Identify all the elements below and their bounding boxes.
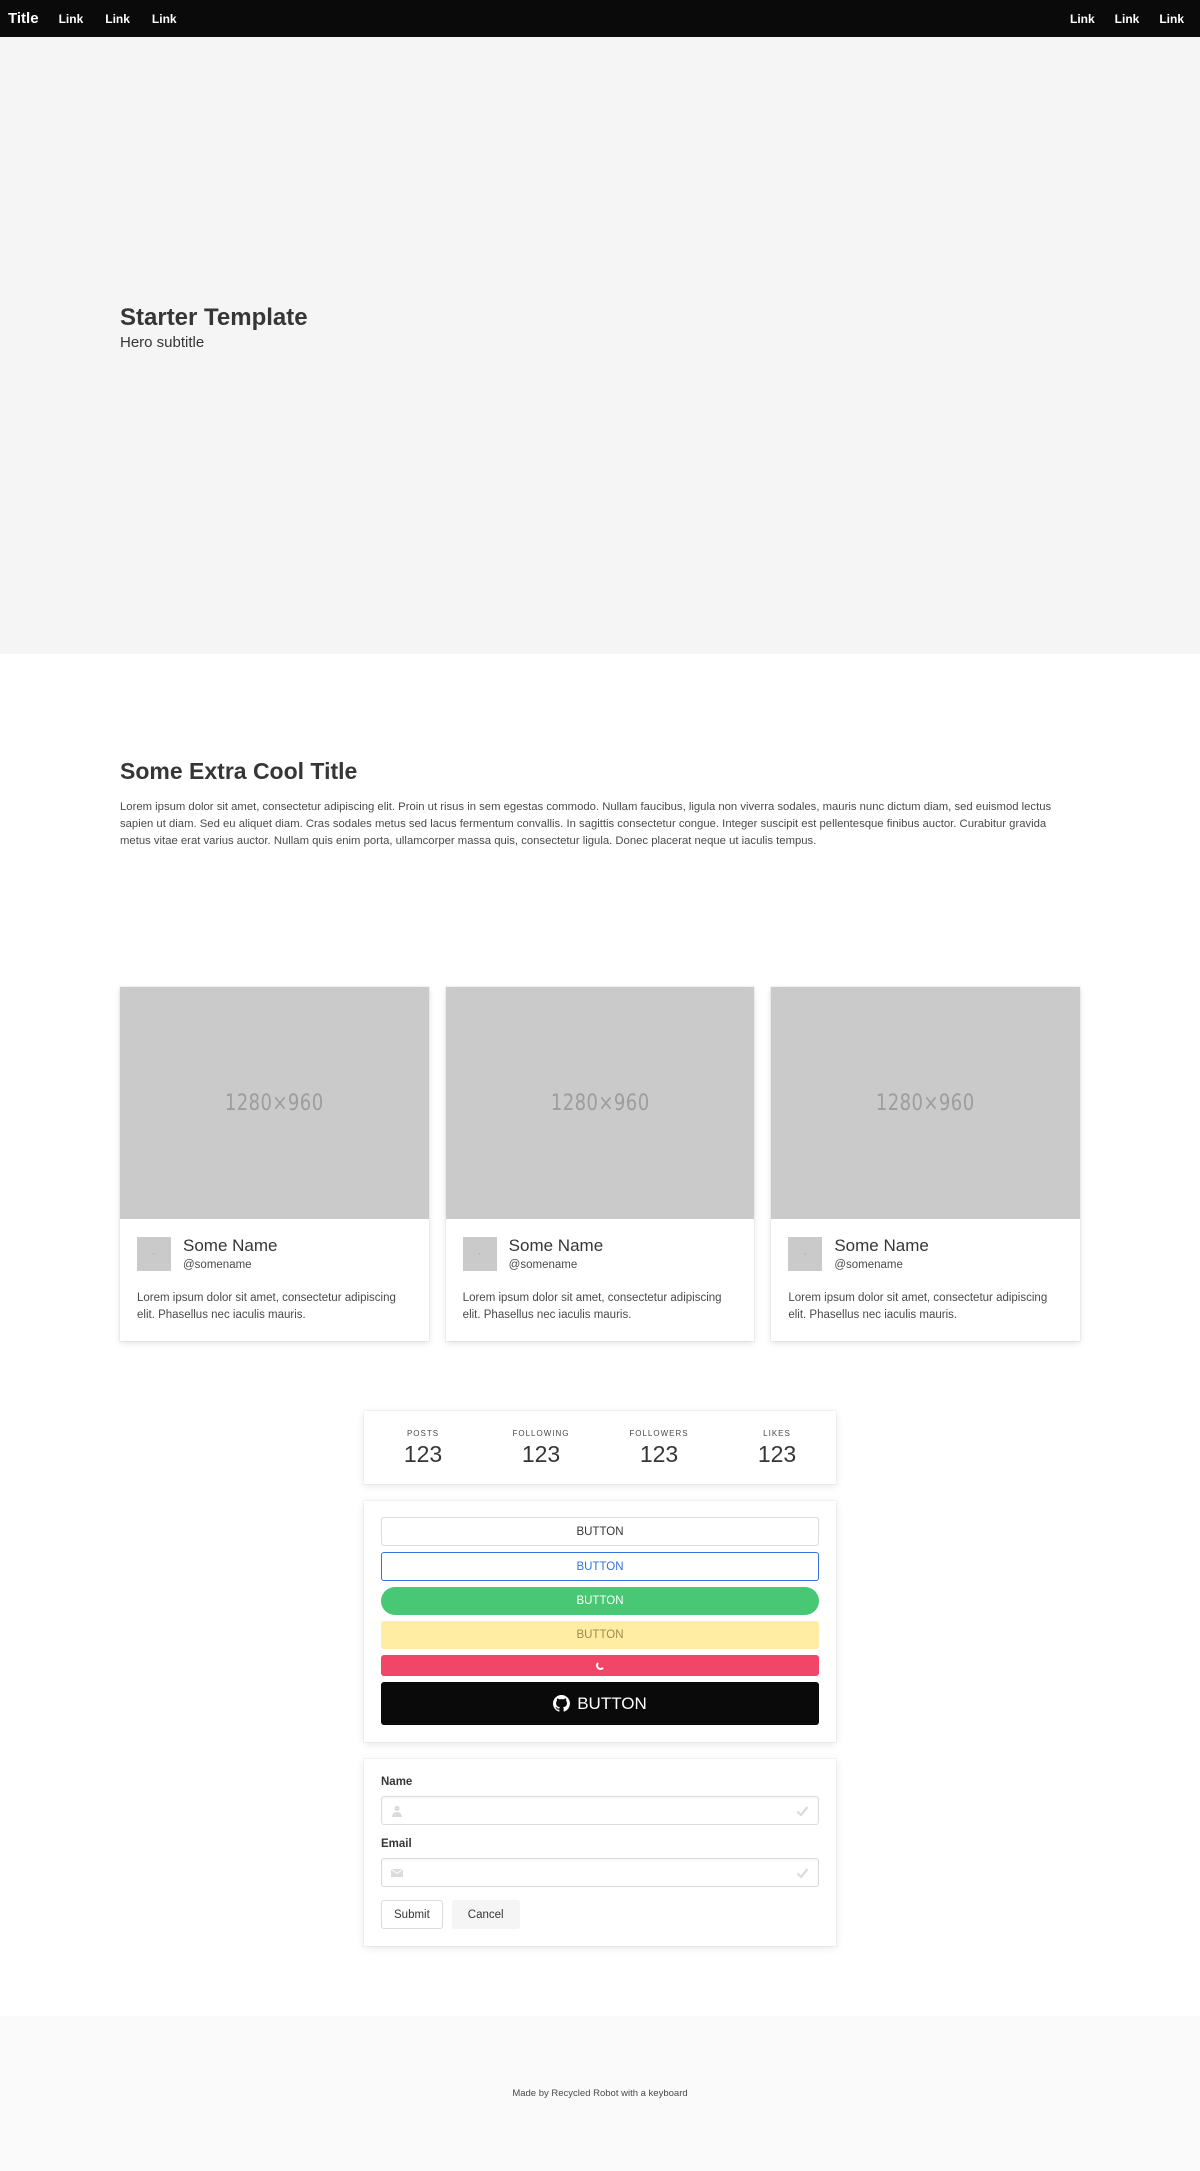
stat-value: 123 [521, 1441, 561, 1467]
green-rounded-button[interactable]: BUTTON [381, 1587, 819, 1615]
email-field-wrapper [381, 1858, 819, 1887]
github-button-label: BUTTON [577, 1693, 647, 1713]
stat-followers: FOLLOWERS 123 [600, 1429, 718, 1468]
email-input[interactable] [382, 1859, 818, 1886]
card-handle: @somename [183, 1259, 252, 1271]
email-label: Email [381, 1838, 412, 1850]
avatar: ▪ [462, 1236, 497, 1271]
card-description: Lorem ipsum dolor sit amet, consectetur … [788, 1292, 1048, 1321]
center-column: POSTS 123 FOLLOWING 123 FOLLOWERS 123 LI… [364, 1411, 836, 1946]
navbar-left: Title Link Link Link [8, 10, 188, 27]
envelope-icon [391, 1868, 403, 1877]
navbar-link-right-2[interactable]: Link [1103, 12, 1148, 26]
card-image-placeholder: 1280×960 [445, 987, 755, 1219]
user-icon [392, 1805, 402, 1817]
profile-card: 1280×960 ▪ Some Name @somename Lorem ips… [771, 987, 1081, 1341]
submit-button[interactable]: Submit [381, 1900, 443, 1929]
outline-blue-button[interactable]: BUTTON [381, 1552, 819, 1581]
card-name: Some Name [834, 1236, 929, 1255]
card-image-placeholder: 1280×960 [120, 987, 429, 1219]
card-media: ▪ Some Name @somename [788, 1236, 1063, 1271]
name-label: Name [381, 1776, 413, 1788]
navbar-link-right-3[interactable]: Link [1147, 12, 1192, 26]
hero: Starter Template Hero subtitle [0, 37, 1200, 654]
content-section: Some Extra Cool Title Lorem ipsum dolor … [0, 654, 1200, 850]
stat-value: 123 [639, 1441, 679, 1467]
footer-text: Made by Recycled Robot with a keyboard [512, 2088, 688, 2099]
card-image-label: 1280×960 [876, 1090, 976, 1116]
card-handle: @somename [508, 1259, 578, 1271]
card-image-label: 1280×960 [550, 1090, 650, 1116]
navbar-link-left-1[interactable]: Link [48, 12, 95, 26]
card-body: ▪ Some Name @somename Lorem ipsum dolor … [120, 1219, 429, 1341]
hero-subtitle: Hero subtitle [120, 333, 205, 351]
navbar-right: Link Link Link [1058, 12, 1192, 26]
navbar-link-left-2[interactable]: Link [94, 12, 141, 26]
check-icon [796, 1806, 809, 1817]
navbar-brand[interactable]: Title [8, 10, 48, 27]
profile-card: 1280×960 ▪ Some Name @somename Lorem ips… [120, 987, 429, 1341]
default-button[interactable]: BUTTON [381, 1517, 819, 1546]
loading-button[interactable] [381, 1655, 819, 1676]
cancel-button[interactable]: Cancel [451, 1900, 520, 1929]
stat-value: 123 [757, 1441, 797, 1467]
navbar: Title Link Link Link Link Link Link [0, 0, 1200, 37]
card-media: ▪ Some Name @somename [137, 1236, 412, 1271]
avatar: ▪ [788, 1236, 823, 1271]
card-description: Lorem ipsum dolor sit amet, consectetur … [137, 1292, 396, 1321]
card-media-text: Some Name @somename [834, 1236, 928, 1271]
buttons-box: BUTTON BUTTON BUTTON BUTTON BUTTON [364, 1501, 836, 1742]
github-icon [553, 1695, 571, 1712]
yellow-button[interactable]: BUTTON [381, 1621, 819, 1649]
stat-following: FOLLOWING 123 [482, 1429, 600, 1468]
card-body: ▪ Some Name @somename Lorem ipsum dolor … [446, 1219, 755, 1341]
card-media-text: Some Name @somename [183, 1236, 277, 1271]
stat-value: 123 [403, 1441, 443, 1467]
stat-label: POSTS [406, 1429, 440, 1438]
card-image-label: 1280×960 [224, 1090, 324, 1116]
card-body: ▪ Some Name @somename Lorem ipsum dolor … [771, 1219, 1080, 1341]
spinner-icon [595, 1661, 605, 1670]
avatar: ▪ [137, 1236, 171, 1271]
stats-box: POSTS 123 FOLLOWING 123 FOLLOWERS 123 LI… [364, 1411, 836, 1484]
name-field-wrapper [381, 1796, 819, 1825]
name-input[interactable] [382, 1797, 818, 1824]
stat-posts: POSTS 123 [364, 1429, 482, 1468]
card-grid: 1280×960 ▪ Some Name @somename Lorem ips… [0, 987, 1200, 1341]
card-handle: @somename [834, 1259, 903, 1271]
navbar-link-left-3[interactable]: Link [141, 12, 188, 26]
card-name: Some Name [508, 1236, 604, 1255]
hero-content: Starter Template Hero subtitle [120, 304, 308, 351]
card-image-placeholder: 1280×960 [771, 987, 1081, 1219]
stat-label: FOLLOWERS [629, 1429, 689, 1438]
check-icon [796, 1868, 809, 1879]
hero-title: Starter Template [120, 304, 308, 331]
stat-label: FOLLOWING [512, 1429, 570, 1438]
section-title: Some Extra Cool Title [120, 758, 358, 784]
section-text: Lorem ipsum dolor sit amet, consectetur … [120, 801, 1052, 847]
card-media: ▪ Some Name @somename [462, 1236, 738, 1271]
footer: Made by Recycled Robot with a keyboard [0, 2016, 1200, 2171]
form-actions: Submit Cancel [381, 1900, 819, 1929]
navbar-link-right-1[interactable]: Link [1058, 12, 1103, 26]
card-media-text: Some Name @somename [509, 1236, 603, 1271]
stat-likes: LIKES 123 [718, 1429, 836, 1468]
profile-card: 1280×960 ▪ Some Name @somename Lorem ips… [445, 987, 755, 1341]
github-button[interactable]: BUTTON [381, 1682, 819, 1725]
card-name: Some Name [183, 1236, 278, 1255]
card-description: Lorem ipsum dolor sit amet, consectetur … [462, 1292, 722, 1321]
form-box: Name Email Submit Cancel [364, 1759, 836, 1946]
stat-label: LIKES [763, 1429, 791, 1438]
